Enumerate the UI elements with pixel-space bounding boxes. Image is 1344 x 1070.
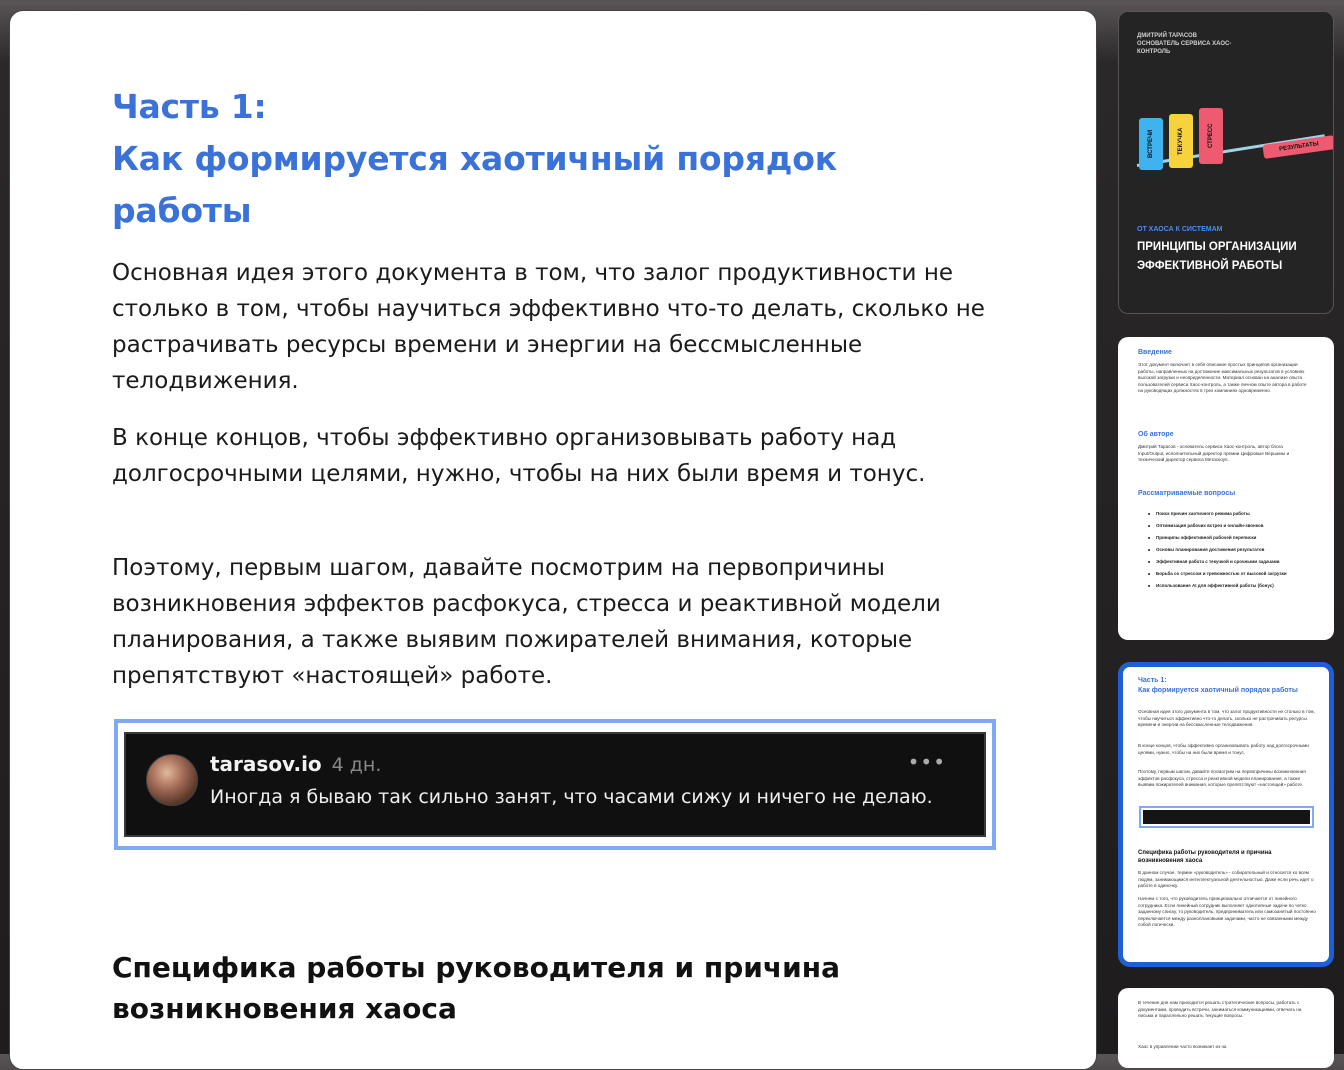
thumb-part1-title: Часть 1: Как формируется хаотичный поряд… xyxy=(1138,677,1298,694)
quote-text: Иногда я бываю так сильно занят, что час… xyxy=(210,786,933,808)
thumb-heading-author: Об авторе xyxy=(1138,431,1174,438)
thumb-next-p2: Хаос в управлении часто возникает из-за xyxy=(1138,1044,1227,1049)
cover-author: ДМИТРИЙ ТАРАСОВ ОСНОВАТЕЛЬ СЕРВИСА ХАОС-… xyxy=(1137,33,1232,55)
quote-time: 4 дн. xyxy=(331,754,382,776)
thumb-part1-p3: Поэтому, первым шагом, давайте посмотрим… xyxy=(1138,769,1306,788)
thumbnail-part1-selected[interactable]: Часть 1: Как формируется хаотичный поряд… xyxy=(1118,662,1334,967)
page-title: Часть 1: Как формируется хаотичный поряд… xyxy=(112,87,837,230)
thumbnail-cover[interactable]: ДМИТРИЙ ТАРАСОВ ОСНОВАТЕЛЬ СЕРВИСА ХАОС-… xyxy=(1118,11,1334,314)
section-heading: Специфика работы руководителя и причина … xyxy=(112,951,840,1025)
thumb-heading-topics: Рассматриваемые вопросы xyxy=(1138,490,1236,497)
thumbnail-intro[interactable]: Введение Этот документ включает в себя о… xyxy=(1118,337,1334,640)
paragraph-1: Основная идея этого документа в том, что… xyxy=(112,260,985,394)
thumb-part1-p4: В данном случае, термин «руководитель» -… xyxy=(1138,870,1314,889)
block-meetings: ВСТРЕЧИ xyxy=(1139,118,1163,170)
thumb-part1-p2: В конце концов, чтобы эффективно организ… xyxy=(1138,743,1309,755)
quote-screenshot: tarasov.io 4 дн. Иногда я бываю так сильн… xyxy=(114,719,996,850)
document-page: Часть 1: Как формируется хаотичный поряд… xyxy=(9,10,1097,1070)
thumb-part1-subheading: Специфика работы руководителя и причина … xyxy=(1138,850,1272,864)
cover-illustration: ВСТРЕЧИ ТЕКУЧКА СТРЕСС РЕЗУЛЬТАТЫ xyxy=(1136,104,1333,184)
paragraph-3: Поэтому, первым шагом, давайте посмотрим… xyxy=(112,555,941,689)
thumb-part1-p5: Начнем с того, что руководитель принципи… xyxy=(1138,896,1316,928)
quote-username: tarasov.io 4 дн. xyxy=(210,752,382,776)
more-icon: ••• xyxy=(907,750,946,774)
thumb-text-author: Дмитрий Тарасов - основатель сервиса Хао… xyxy=(1138,444,1290,463)
thumb-text-intro: Этот документ включает в себя описание п… xyxy=(1138,362,1307,394)
thumb-topics-list: Поиск причин хаотичного режима работы Оп… xyxy=(1148,511,1318,595)
block-routine: ТЕКУЧКА xyxy=(1169,114,1193,168)
cover-title: ПРИНЦИПЫ ОРГАНИЗАЦИИ ЭФФЕКТИВНОЙ РАБОТЫ xyxy=(1137,241,1297,272)
thumbnail-next-page[interactable]: В течение дня нам приходится решать стра… xyxy=(1118,988,1334,1068)
avatar xyxy=(146,754,198,806)
thumb-part1-p1: Основная идея этого документа в том, что… xyxy=(1138,709,1315,728)
cover-subtitle: ОТ ХАОСА К СИСТЕМАМ xyxy=(1137,226,1223,233)
block-stress: СТРЕСС xyxy=(1199,108,1223,164)
quote-post: tarasov.io 4 дн. Иногда я бываю так сильн… xyxy=(124,732,986,837)
paragraph-2: В конце концов, чтобы эффективно организ… xyxy=(112,425,926,487)
thumb-next-p1: В течение дня нам приходится решать стра… xyxy=(1138,1000,1302,1019)
thumb-heading-intro: Введение xyxy=(1138,349,1172,356)
thumb-quote xyxy=(1139,806,1314,828)
